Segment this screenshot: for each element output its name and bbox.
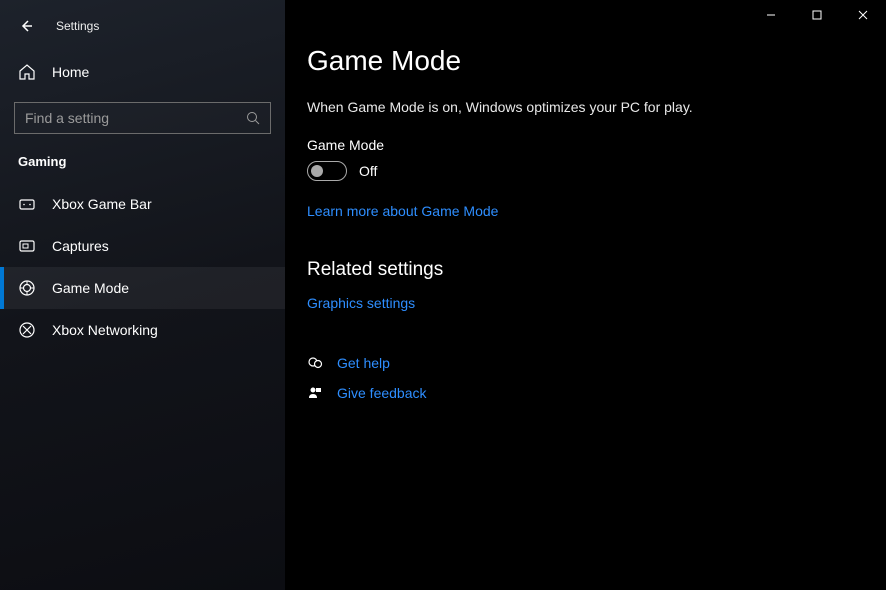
minimize-button[interactable] xyxy=(748,0,794,30)
page-title: Game Mode xyxy=(307,45,886,77)
nav-label: Xbox Networking xyxy=(52,322,158,338)
gamebar-icon xyxy=(18,195,36,213)
sidebar-home[interactable]: Home xyxy=(0,52,285,92)
toggle-state-label: Off xyxy=(359,163,377,179)
related-settings-title: Related settings xyxy=(307,259,886,281)
window-title: Settings xyxy=(56,19,99,33)
sidebar-item-xbox-game-bar[interactable]: Xbox Game Bar xyxy=(0,183,285,225)
feedback-icon xyxy=(307,385,323,401)
sidebar: Settings Home Gaming Xbox Game Bar Captu… xyxy=(0,0,285,590)
close-button[interactable] xyxy=(840,0,886,30)
sidebar-item-xbox-networking[interactable]: Xbox Networking xyxy=(0,309,285,351)
give-feedback-link[interactable]: Give feedback xyxy=(337,385,427,401)
learn-more-link[interactable]: Learn more about Game Mode xyxy=(307,203,498,219)
home-icon xyxy=(18,63,36,81)
toggle-row: Off xyxy=(307,161,886,181)
get-help-row: Get help xyxy=(307,355,886,371)
xbox-icon xyxy=(18,321,36,339)
minimize-icon xyxy=(766,10,776,20)
game-mode-toggle[interactable] xyxy=(307,161,347,181)
home-label: Home xyxy=(52,64,89,80)
nav-label: Captures xyxy=(52,238,109,254)
main-content: Game Mode When Game Mode is on, Windows … xyxy=(285,0,886,590)
category-label: Gaming xyxy=(18,154,285,169)
maximize-button[interactable] xyxy=(794,0,840,30)
sidebar-item-game-mode[interactable]: Game Mode xyxy=(0,267,285,309)
page-content: Game Mode When Game Mode is on, Windows … xyxy=(285,0,886,401)
search-box[interactable] xyxy=(14,102,271,134)
sidebar-item-captures[interactable]: Captures xyxy=(0,225,285,267)
captures-icon xyxy=(18,237,36,255)
nav-label: Game Mode xyxy=(52,280,129,296)
window-controls xyxy=(748,0,886,30)
give-feedback-row: Give feedback xyxy=(307,385,886,401)
search-input[interactable] xyxy=(25,110,246,126)
help-block: Get help Give feedback xyxy=(307,355,886,401)
toggle-label: Game Mode xyxy=(307,137,886,153)
back-button[interactable] xyxy=(14,14,38,38)
search-icon xyxy=(246,111,260,125)
close-icon xyxy=(858,10,868,20)
gamemode-icon xyxy=(18,279,36,297)
maximize-icon xyxy=(812,10,822,20)
get-help-icon xyxy=(307,355,323,371)
nav-label: Xbox Game Bar xyxy=(52,196,152,212)
titlebar: Settings xyxy=(0,10,285,42)
get-help-link[interactable]: Get help xyxy=(337,355,390,371)
back-arrow-icon xyxy=(18,18,34,34)
graphics-settings-link[interactable]: Graphics settings xyxy=(307,295,415,311)
page-description: When Game Mode is on, Windows optimizes … xyxy=(307,99,886,115)
